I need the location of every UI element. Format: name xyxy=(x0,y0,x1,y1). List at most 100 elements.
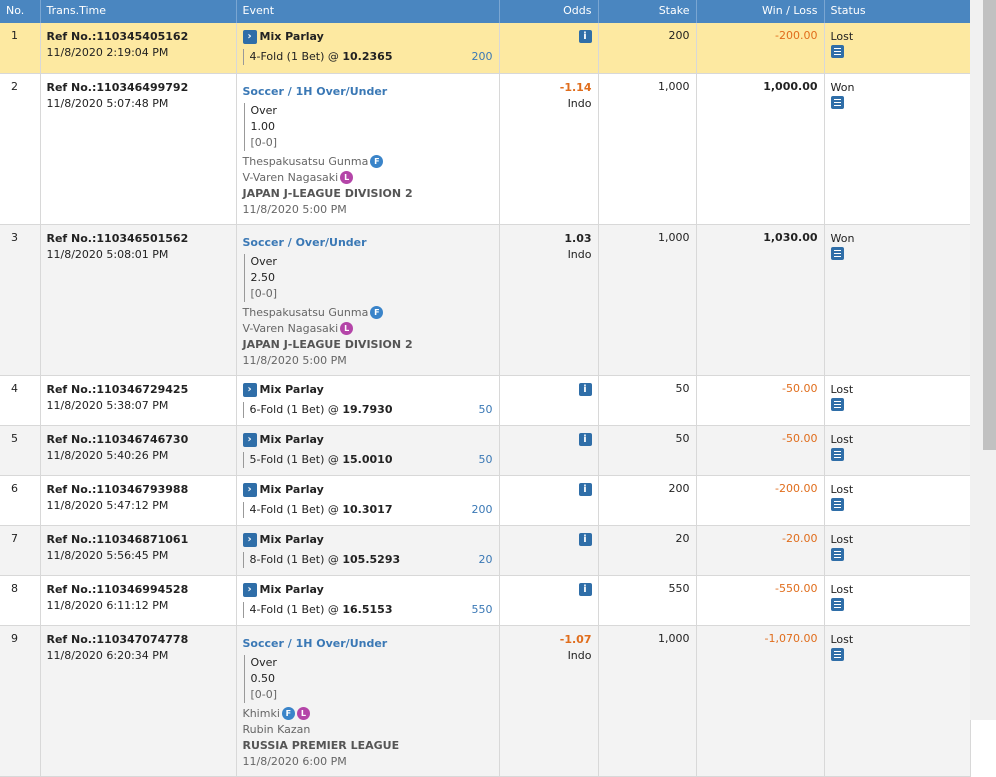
info-icon[interactable]: i xyxy=(578,532,592,546)
parlay-odds: 19.7930 xyxy=(342,402,393,416)
odds-cell: -1.07 Indo xyxy=(499,625,599,777)
ticket-icon[interactable] xyxy=(830,246,844,260)
favorite-badge-icon: F xyxy=(370,155,384,168)
table-row: 5 Ref No.:110346746730 11/8/2020 5:40:26 … xyxy=(0,425,971,476)
parlay-amount: 200 xyxy=(471,502,493,516)
away-team: V-Varen Nagasaki L xyxy=(243,170,493,186)
trans-cell: Ref No.:110345405162 11/8/2020 2:19:04 PM xyxy=(40,23,237,74)
expand-arrow-icon[interactable]: › xyxy=(242,482,257,497)
ticket-icon[interactable] xyxy=(830,447,844,461)
odds-type: Indo xyxy=(567,96,592,110)
event-cell: › Mix Parlay 4-Fold (1 Bet) @ 10.3017 200 xyxy=(236,475,500,526)
at-sign: @ xyxy=(327,452,339,466)
away-team-name: Rubin Kazan xyxy=(242,722,311,736)
col-stake[interactable]: Stake xyxy=(598,0,697,23)
home-team-name: Thespakusatsu Gunma xyxy=(242,305,369,319)
stake-cell: 200 xyxy=(598,23,697,74)
trans-time: 11/8/2020 2:19:04 PM xyxy=(46,46,169,59)
col-event[interactable]: Event xyxy=(236,0,500,23)
ref-number: Ref No.:110346499792 xyxy=(46,80,189,94)
trans-cell: Ref No.:110346499792 11/8/2020 5:07:48 PM xyxy=(40,73,237,225)
sport-market[interactable]: Soccer / Over/Under xyxy=(243,235,493,251)
expand-arrow-icon[interactable]: › xyxy=(242,382,257,397)
bet-line: 1.00 xyxy=(250,119,276,133)
odds-cell: -1.14 Indo xyxy=(499,73,599,225)
ticket-icon[interactable] xyxy=(830,547,844,561)
ticket-icon[interactable] xyxy=(830,597,844,611)
table-row: 6 Ref No.:110346793988 11/8/2020 5:47:12 … xyxy=(0,475,971,526)
expand-arrow-icon[interactable]: › xyxy=(242,532,257,547)
vertical-scrollbar[interactable] xyxy=(970,0,996,720)
expand-arrow-icon[interactable]: › xyxy=(242,30,257,44)
mix-parlay-title[interactable]: Mix Parlay xyxy=(260,432,324,448)
fold-label: 5-Fold (1 Bet) xyxy=(249,452,325,466)
odds-value: -1.14 xyxy=(559,80,592,94)
win-loss-cell: -200.00 xyxy=(696,475,825,526)
home-team: Thespakusatsu Gunma F xyxy=(243,154,493,170)
live-badge-icon: L xyxy=(340,171,354,184)
ticket-icon[interactable] xyxy=(830,647,844,661)
parlay-odds: 10.2365 xyxy=(342,50,393,63)
expand-arrow-icon[interactable]: › xyxy=(242,432,257,447)
expand-arrow-icon[interactable]: › xyxy=(242,582,257,597)
bet-score: [0-0] xyxy=(250,286,278,300)
table-row: 7 Ref No.:110346871061 11/8/2020 5:56:45 … xyxy=(0,525,971,576)
col-odds[interactable]: Odds xyxy=(499,0,599,23)
fold-label: 8-Fold (1 Bet) xyxy=(249,552,325,566)
favorite-badge-icon: F xyxy=(281,707,295,720)
bet-score: [0-0] xyxy=(250,687,278,701)
ticket-icon[interactable] xyxy=(830,497,844,511)
live-badge-icon: L xyxy=(296,707,310,720)
ref-number: Ref No.:110346729425 xyxy=(46,382,189,396)
bet-pick: Over xyxy=(250,254,277,268)
odds-cell: i xyxy=(499,525,599,576)
sport-market[interactable]: Soccer / 1H Over/Under xyxy=(243,84,493,100)
col-trans-time[interactable]: Trans.Time xyxy=(40,0,237,23)
odds-cell: i xyxy=(499,425,599,476)
status-text: Won xyxy=(830,80,855,94)
event-cell: › Mix Parlay 6-Fold (1 Bet) @ 19.7930 50 xyxy=(236,375,500,426)
at-sign: @ xyxy=(327,402,339,416)
event-cell: › Mix Parlay 4-Fold (1 Bet) @ 16.5153 550 xyxy=(236,575,500,626)
odds-cell: i xyxy=(499,475,599,526)
sport-market[interactable]: Soccer / 1H Over/Under xyxy=(243,636,493,652)
league-name: JAPAN J-LEAGUE DIVISION 2 xyxy=(242,337,413,351)
stake-cell: 550 xyxy=(598,575,697,626)
stake-cell: 1,000 xyxy=(598,625,697,777)
status-cell: Lost xyxy=(824,625,971,777)
fold-label: 4-Fold (1 Bet) xyxy=(249,50,325,63)
col-win-loss[interactable]: Win / Loss xyxy=(696,0,825,23)
ref-number: Ref No.:110345405162 xyxy=(46,30,189,43)
at-sign: @ xyxy=(327,602,339,616)
row-number: 5 xyxy=(0,425,41,476)
ticket-icon[interactable] xyxy=(830,95,844,109)
table-header: No. Trans.Time Event Odds Stake Win / Lo… xyxy=(0,0,971,23)
win-loss-cell: -550.00 xyxy=(696,575,825,626)
mix-parlay-title[interactable]: Mix Parlay xyxy=(260,582,324,598)
info-icon[interactable]: i xyxy=(578,30,592,43)
row-number: 6 xyxy=(0,475,41,526)
trans-time: 11/8/2020 6:20:34 PM xyxy=(46,648,169,662)
info-icon[interactable]: i xyxy=(578,482,592,496)
col-no[interactable]: No. xyxy=(0,0,41,23)
status-cell: Lost xyxy=(824,525,971,576)
event-cell: Soccer / 1H Over/Under Over 1.00 [0-0] Th… xyxy=(236,73,500,225)
ref-number: Ref No.:110346994528 xyxy=(46,582,189,596)
event-cell: Soccer / Over/Under Over 2.50 [0-0] Thesp… xyxy=(236,224,500,376)
scrollbar-thumb[interactable] xyxy=(983,0,996,450)
ticket-icon[interactable] xyxy=(830,397,844,411)
col-status[interactable]: Status xyxy=(824,0,971,23)
status-cell: Lost xyxy=(824,425,971,476)
ticket-icon[interactable] xyxy=(830,45,844,58)
mix-parlay-title[interactable]: Mix Parlay xyxy=(260,29,324,45)
win-loss-cell: 1,000.00 xyxy=(696,73,825,225)
info-icon[interactable]: i xyxy=(578,382,592,396)
kickoff-time: 11/8/2020 6:00 PM xyxy=(242,754,347,768)
status-text: Lost xyxy=(830,432,854,446)
info-icon[interactable]: i xyxy=(578,432,592,446)
mix-parlay-title[interactable]: Mix Parlay xyxy=(260,532,324,548)
info-icon[interactable]: i xyxy=(578,582,592,596)
trans-cell: Ref No.:110346501562 11/8/2020 5:08:01 PM xyxy=(40,224,237,376)
mix-parlay-title[interactable]: Mix Parlay xyxy=(260,382,324,398)
mix-parlay-title[interactable]: Mix Parlay xyxy=(260,482,324,498)
